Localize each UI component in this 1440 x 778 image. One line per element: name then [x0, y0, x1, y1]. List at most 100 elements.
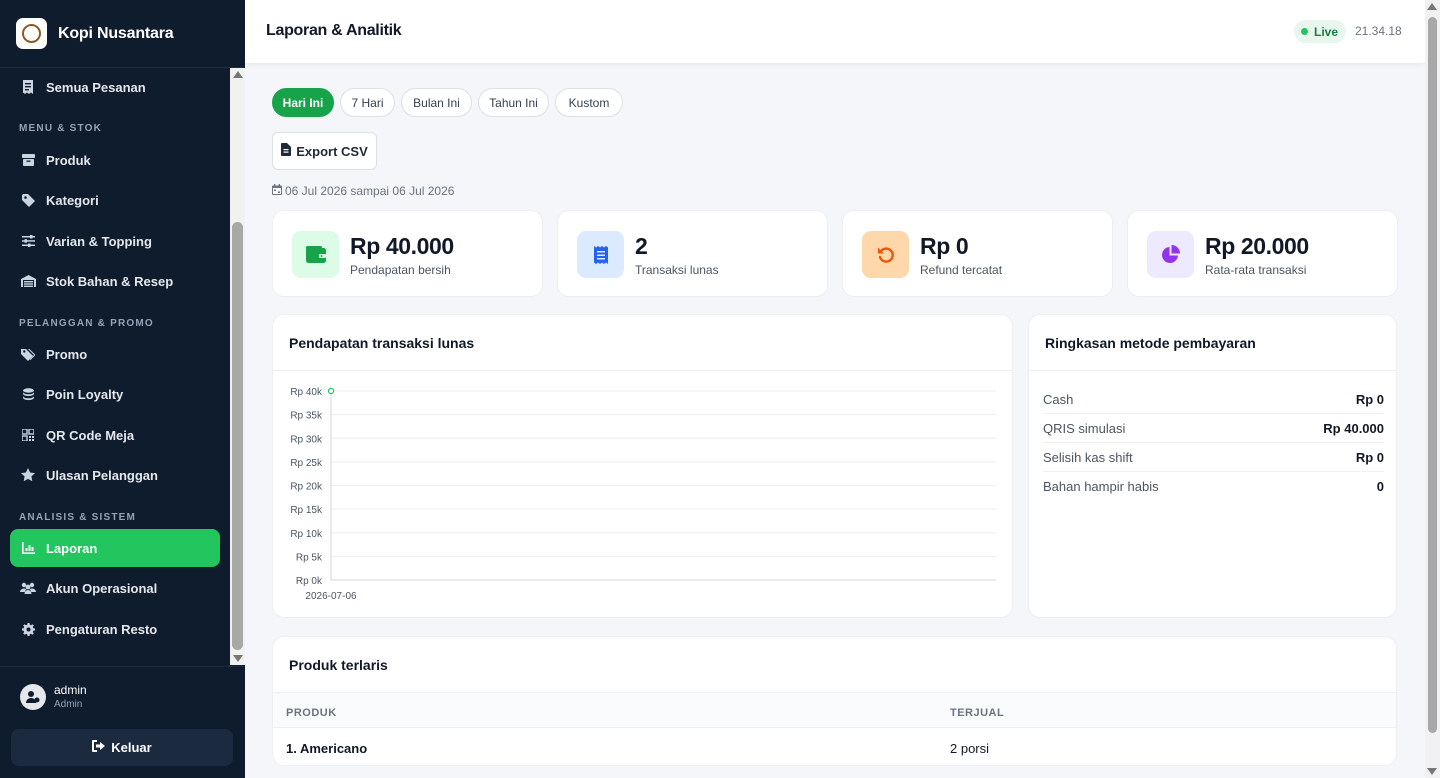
page-scroll-thumb[interactable] — [1428, 17, 1437, 733]
sidebar: Kopi Nusantara Semua Pesanan MENU & STOK… — [0, 0, 245, 778]
sidebar-item-label: Stok Bahan & Resep — [46, 273, 174, 289]
top-products-card: Produk terlaris PRODUK TERJUAL 1. Americ… — [272, 636, 1397, 766]
kpi-card-refund: Rp 0 Refund tercatat — [842, 210, 1113, 297]
y-tick-label: Rp 0k — [296, 576, 323, 587]
payment-summary-card: Ringkasan metode pembayaran Cash Rp 0 QR… — [1028, 314, 1397, 618]
clock: 21.34.18 — [1355, 24, 1402, 38]
kpi-label: Pendapatan bersih — [350, 263, 451, 277]
filter-chip-hari-ini[interactable]: Hari Ini — [272, 88, 334, 117]
receipt-icon — [20, 79, 36, 95]
payment-summary-title: Ringkasan metode pembayaran — [1045, 335, 1256, 351]
kpi-card-rata-rata: Rp 20.000 Rata-rata transaksi — [1127, 210, 1398, 297]
sidebar-item-varian-topping[interactable]: Varian & Topping — [10, 222, 220, 260]
user-avatar-icon — [20, 683, 46, 710]
payment-row-cash: Cash Rp 0 — [1043, 385, 1384, 414]
chart-icon — [20, 540, 36, 556]
x-tick-label: 2026-07-06 — [305, 591, 357, 602]
sign-out-icon — [92, 740, 106, 755]
sidebar-item-label: Promo — [46, 346, 88, 362]
sidebar-item-akun-operasional[interactable]: Akun Operasional — [10, 569, 220, 607]
export-csv-label: Export CSV — [296, 143, 368, 159]
revenue-line-chart: Rp 0k Rp 5k Rp 10k Rp 15k Rp 20k Rp 25k Rp 30k… — [290, 387, 996, 602]
kpi-label: Transaksi lunas — [635, 263, 719, 277]
payment-row-value: Rp 0 — [1355, 391, 1384, 407]
sidebar-item-label: Laporan — [46, 540, 98, 556]
export-csv-button[interactable]: Export CSV — [272, 132, 377, 170]
tags-icon — [20, 346, 36, 362]
page-title: Laporan & Analitik — [266, 22, 402, 39]
live-label: Live — [1314, 24, 1339, 39]
pie-icon — [1147, 231, 1194, 278]
sidebar-item-promo[interactable]: Promo — [10, 335, 220, 373]
column-header-terjual: TERJUAL — [950, 707, 1005, 719]
kpi-card-transaksi: 2 Transaksi lunas — [557, 210, 828, 297]
filter-chip-7-hari[interactable]: 7 Hari — [340, 88, 395, 117]
page-scroll-up-icon[interactable] — [1427, 3, 1437, 10]
payment-row-value: 0 — [1376, 479, 1384, 494]
sidebar-scroll-thumb[interactable] — [232, 222, 243, 650]
payment-row-label: QRIS simulasi — [1043, 420, 1126, 436]
logout-label: Keluar — [111, 740, 152, 755]
payment-row-value: Rp 0 — [1355, 449, 1384, 465]
filter-chip-kustom[interactable]: Kustom — [555, 88, 623, 117]
receipt-icon — [577, 231, 624, 278]
kpi-value: 2 — [635, 233, 648, 259]
date-range: 06 Jul 2026 sampai 06 Jul 2026 — [272, 184, 454, 198]
sidebar-item-kategori[interactable]: Kategori — [10, 181, 220, 219]
sidebar-item-label: Semua Pesanan — [46, 79, 146, 95]
brand[interactable]: Kopi Nusantara — [0, 0, 245, 68]
sidebar-item-pengaturan-resto[interactable]: Pengaturan Resto — [10, 610, 220, 648]
sidebar-item-label: Ulasan Pelanggan — [46, 467, 158, 483]
live-badge: Live — [1294, 20, 1347, 43]
calendar-icon — [272, 184, 282, 198]
product-sold-cell: 2 porsi — [950, 741, 990, 756]
sidebar-item-produk[interactable]: Produk — [10, 141, 220, 179]
brand-name: Kopi Nusantara — [58, 24, 174, 42]
sidebar-item-label: Varian & Topping — [46, 233, 152, 249]
sidebar-scrollbar[interactable] — [230, 68, 245, 665]
y-tick-label: Rp 30k — [290, 434, 323, 445]
sidebar-item-poin-loyalty[interactable]: Poin Loyalty — [10, 375, 220, 413]
brand-logo — [16, 18, 47, 49]
sidebar-item-laporan[interactable]: Laporan — [10, 529, 220, 567]
sidebar-item-label: Pengaturan Resto — [46, 621, 158, 637]
user-role: Admin — [54, 699, 83, 710]
user-profile[interactable]: admin Admin — [0, 666, 245, 726]
sidebar-item-ulasan-pelanggan[interactable]: Ulasan Pelanggan — [10, 456, 220, 494]
section-title-pelanggan-promo: PELANGGAN & PROMO — [19, 318, 154, 329]
payment-row-qris: QRIS simulasi Rp 40.000 — [1043, 414, 1384, 443]
y-tick-label: Rp 10k — [290, 529, 323, 540]
payment-row-label: Bahan hampir habis — [1043, 479, 1159, 494]
sidebar-nav: Semua Pesanan MENU & STOK Produk Kategor… — [0, 68, 230, 665]
kpi-value: Rp 40.000 — [350, 233, 454, 259]
scroll-up-arrow-icon[interactable] — [233, 71, 243, 78]
undo-icon — [862, 231, 909, 278]
page-scrollbar[interactable] — [1425, 0, 1440, 778]
scroll-down-arrow-icon[interactable] — [233, 655, 243, 662]
sidebar-item-semua-pesanan[interactable]: Semua Pesanan — [10, 68, 220, 106]
kpi-label: Refund tercatat — [920, 263, 1003, 277]
data-point[interactable] — [327, 387, 335, 395]
filter-chip-tahun-ini[interactable]: Tahun Ini — [478, 88, 549, 117]
sidebar-item-label: Produk — [46, 152, 91, 168]
tag-icon — [20, 192, 36, 208]
sidebar-item-stok-bahan[interactable]: Stok Bahan & Resep — [10, 262, 220, 300]
payment-row-label: Cash — [1043, 391, 1074, 407]
box-icon — [20, 152, 36, 168]
top-products-title: Produk terlaris — [289, 657, 388, 673]
sidebar-item-qr-code-meja[interactable]: QR Code Meja — [10, 416, 220, 454]
file-csv-icon — [281, 143, 292, 159]
sidebar-item-label: Poin Loyalty — [46, 386, 124, 402]
y-tick-label: Rp 20k — [290, 482, 323, 493]
kpi-value: Rp 20.000 — [1205, 233, 1309, 259]
y-tick-label: Rp 35k — [290, 411, 323, 422]
user-name: admin — [54, 683, 87, 697]
wallet-icon — [292, 231, 339, 278]
sliders-icon — [20, 233, 36, 249]
revenue-chart-card: Pendapatan transaksi lunas Rp 0k Rp 5k Rp … — [272, 314, 1013, 618]
star-icon — [20, 467, 36, 483]
section-title-menu-stok: MENU & STOK — [19, 123, 103, 134]
page-scroll-down-icon[interactable] — [1427, 768, 1437, 775]
filter-chip-bulan-ini[interactable]: Bulan Ini — [401, 88, 472, 117]
logout-button[interactable]: Keluar — [11, 729, 233, 766]
